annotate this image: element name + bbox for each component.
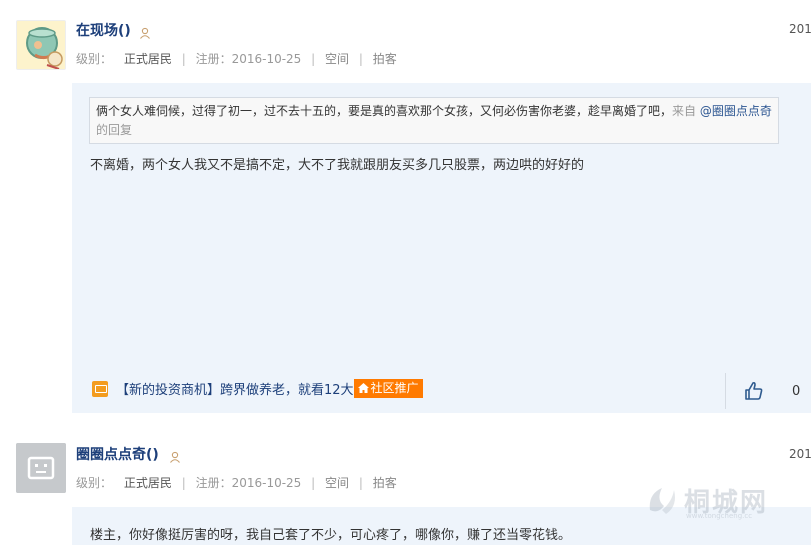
ad-badge-icon: [92, 380, 108, 397]
quote-block: 俩个女人难伺候，过得了初一，过不去十五的，要是真的喜欢那个女孩，又何必伤害你老婆…: [89, 97, 779, 144]
divider: |: [358, 52, 363, 66]
pai-link[interactable]: 拍客: [373, 52, 397, 66]
person-outline-icon[interactable]: [169, 448, 181, 463]
person-outline-icon[interactable]: [139, 24, 151, 39]
post-2: 圈圈点点奇() 201 级别： 正式居民 | 注册：2016-10-25 | 空…: [0, 420, 811, 545]
quote-text: 俩个女人难伺候，过得了初一，过不去十五的，要是真的喜欢那个女孩，又何必伤害你老婆…: [96, 104, 673, 118]
divider: |: [181, 476, 186, 490]
post-content: 楼主，你好像挺厉害的呀，我自己套了不少，可心疼了，哪像你，赚了还当零花钱。: [72, 507, 811, 545]
level-value: 正式居民: [123, 52, 172, 66]
post-body: 楼主，你好像挺厉害的呀，我自己套了不少，可心疼了，哪像你，赚了还当零花钱。: [90, 528, 572, 543]
divider: |: [181, 52, 186, 66]
level-value: 正式居民: [123, 476, 172, 490]
thumbs-up-icon[interactable]: [744, 381, 764, 401]
level-label: 级别：: [76, 476, 113, 490]
promo-tag-label: 社区推广: [370, 381, 419, 395]
pai-link[interactable]: 拍客: [373, 476, 397, 490]
space-link[interactable]: 空间: [325, 476, 349, 490]
quote-suffix: 的回复: [96, 123, 133, 137]
level-label: 级别：: [76, 52, 113, 66]
register-label: 注册：: [195, 476, 232, 490]
promo-link[interactable]: 【新的投资商机】跨界做养老，就看12大: [116, 383, 354, 398]
home-icon: [357, 383, 369, 393]
quote-from-label: 来自: [672, 104, 697, 118]
divider: |: [358, 476, 363, 490]
default-avatar-image: [16, 443, 66, 493]
user-meta: 级别： 正式居民 | 注册：2016-10-25 | 空间 | 拍客: [76, 50, 397, 67]
like-count: 0: [792, 384, 801, 399]
divider: |: [311, 52, 316, 66]
username[interactable]: 圈圈点点奇(): [76, 444, 159, 464]
post-date: 201: [789, 447, 811, 461]
avatar-image: [17, 21, 65, 69]
post-content: 俩个女人难伺候，过得了初一，过不去十五的，要是真的喜欢那个女孩，又何必伤害你老婆…: [72, 83, 811, 413]
quote-author-link[interactable]: @圈圈点点奇: [700, 104, 772, 118]
promo-tag[interactable]: 社区推广: [353, 379, 423, 398]
post-body: 不离婚，两个女人我又不是搞不定，大不了我就跟朋友买多几只股票，两边哄的好好的: [90, 158, 585, 173]
register-label: 注册：: [195, 52, 232, 66]
post-date: 201: [789, 22, 811, 36]
space-link[interactable]: 空间: [325, 52, 349, 66]
register-date: 2016-10-25: [231, 52, 302, 66]
like-area: 0: [725, 373, 811, 409]
post-1: 在现场() 201 级别： 正式居民 | 注册：2016-10-25 | 空间 …: [0, 0, 811, 420]
username[interactable]: 在现场(): [76, 20, 131, 40]
register-date: 2016-10-25: [231, 476, 302, 490]
divider: |: [311, 476, 316, 490]
avatar[interactable]: [16, 20, 66, 70]
user-meta: 级别： 正式居民 | 注册：2016-10-25 | 空间 | 拍客: [76, 474, 397, 491]
avatar[interactable]: [16, 443, 66, 493]
promo-bar: 【新的投资商机】跨界做养老，就看12大 社区推广: [92, 379, 423, 399]
